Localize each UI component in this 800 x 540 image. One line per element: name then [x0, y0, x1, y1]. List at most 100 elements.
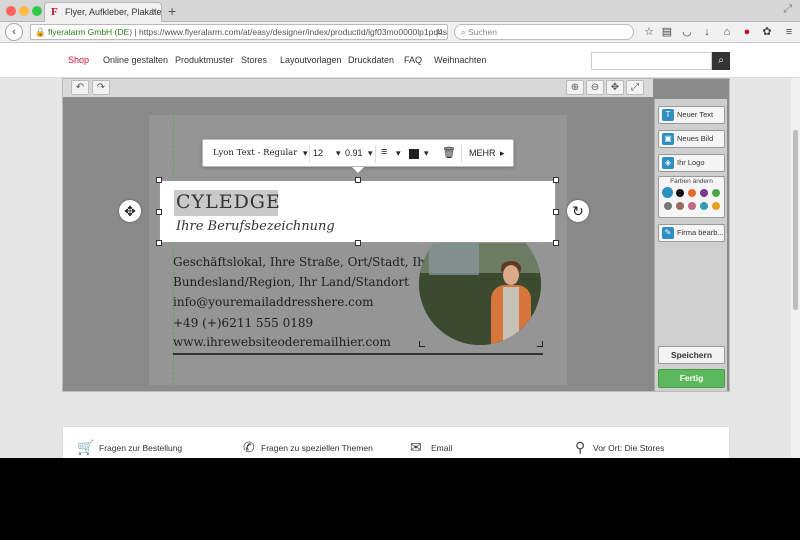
download-icon[interactable]: ↓ [700, 25, 714, 39]
editor-toolbar: ↶ ↷ ⊕ ⊖ ✥ ⤢ [63, 79, 653, 97]
minimize-window-button[interactable] [19, 6, 29, 16]
done-button[interactable]: Fertig [658, 369, 725, 388]
close-window-button[interactable] [6, 6, 16, 16]
more-options-button[interactable]: MEHR [469, 148, 496, 158]
logo-button[interactable]: ◈ Ihr Logo [658, 154, 725, 172]
color-swatch[interactable] [676, 189, 684, 197]
site-identity: flyeralarm GmbH (DE) [47, 27, 133, 37]
address-line-2[interactable]: Bundesland/Region, Ihr Land/Standort [173, 275, 409, 289]
zoom-in-icon[interactable]: ⊕ [566, 80, 584, 95]
close-tab-icon[interactable]: × [151, 3, 157, 21]
help-strip: 🛒 Fragen zur Bestellung ✆ Fragen zu spez… [62, 426, 730, 458]
color-swatch[interactable] [676, 202, 684, 210]
color-swatch[interactable] [700, 202, 708, 210]
site-header: Shop Online gestalten Produktmuster Stor… [0, 43, 800, 78]
align-text-icon[interactable]: ≡ [381, 146, 387, 158]
resize-handle[interactable] [156, 177, 162, 183]
nav-druckdaten[interactable]: Druckdaten [348, 55, 394, 65]
color-swatch[interactable] [662, 187, 673, 198]
text-icon: T [662, 109, 674, 121]
rotate-handle-icon[interactable]: ↻ [567, 200, 589, 222]
designer-editor: ↶ ↷ ⊕ ⊖ ✥ ⤢ Geschäftslokal, Ihre Straße,… [62, 78, 730, 392]
email-text[interactable]: info@youremailaddresshere.com [173, 295, 374, 309]
logo-icon: ◈ [662, 157, 674, 169]
resize-handle[interactable] [156, 209, 162, 215]
color-swatch[interactable] [688, 202, 696, 210]
help-email-link[interactable]: Email [431, 443, 452, 453]
nav-shop[interactable]: Shop [68, 55, 89, 65]
fit-to-screen-icon[interactable]: ✥ [606, 80, 624, 95]
browser-search-input[interactable]: ⌕ Suchen [454, 24, 634, 40]
edit-company-button[interactable]: ✎ Firma bearb... [658, 224, 725, 242]
font-family-select[interactable]: Lyon Text - Regular [213, 148, 297, 158]
save-button[interactable]: Speichern [658, 346, 725, 364]
home-icon[interactable]: ⌂ [720, 25, 734, 39]
search-icon: ⌕ [718, 55, 724, 66]
color-swatch[interactable] [664, 202, 672, 210]
bookmark-star-icon[interactable]: ☆ [642, 25, 656, 39]
color-swatch[interactable] [712, 189, 720, 197]
reading-list-icon[interactable]: ▤ [660, 25, 674, 39]
trash-icon[interactable]: 🗑 [442, 146, 456, 159]
nav-weihnachten[interactable]: Weihnachten [434, 55, 486, 65]
new-image-button[interactable]: ▣ Neues Bild [658, 130, 725, 148]
maximize-window-button[interactable] [32, 6, 42, 16]
chevron-down-icon: ▾ [424, 148, 429, 158]
website-text[interactable]: www.ihrewebsiteoderemailhier.com [173, 335, 391, 349]
text-color-swatch[interactable] [409, 149, 419, 159]
back-button[interactable]: ‹ [5, 23, 23, 41]
reload-icon[interactable]: ↻ [436, 25, 443, 39]
nav-produktmuster[interactable]: Produktmuster [175, 55, 234, 65]
new-text-button[interactable]: T Neuer Text [658, 106, 725, 124]
new-tab-icon[interactable]: + [168, 3, 176, 19]
resize-handle[interactable] [156, 240, 162, 246]
phone-icon: ✆ [243, 439, 255, 455]
nav-faq[interactable]: FAQ [404, 55, 422, 65]
help-stores-link[interactable]: Vor Ort: Die Stores [593, 443, 664, 453]
fullscreen-icon[interactable]: ⤢ [626, 80, 644, 95]
resize-handle[interactable] [553, 177, 559, 183]
help-order-link[interactable]: Fragen zur Bestellung [99, 443, 182, 453]
image-icon: ▣ [662, 133, 674, 145]
phone-text[interactable]: +49 (+)6211 555 0189 [173, 316, 313, 330]
zoom-out-icon[interactable]: ⊖ [586, 80, 604, 95]
menu-icon[interactable]: ≡ [782, 25, 796, 39]
address-line-1[interactable]: Geschäftslokal, Ihre Straße, Ort/Stadt, … [173, 255, 431, 269]
tool-panel: T Neuer Text ▣ Neues Bild ◈ Ihr Logo Farben… [654, 99, 727, 391]
browser-screen: F Flyer, Aufkleber, Plakate sch × + ⤢ ‹ … [0, 0, 800, 458]
nav-online-gestalten[interactable]: Online gestalten [103, 55, 168, 65]
selected-text-box[interactable]: CYLEDGE Ihre Berufsbezeichnung [156, 177, 559, 246]
font-size-select[interactable]: 12 [313, 148, 323, 158]
move-handle-icon[interactable]: ✥ [119, 200, 141, 222]
color-swatch[interactable] [712, 202, 720, 210]
page-scrollbar[interactable] [791, 78, 800, 458]
color-swatch[interactable] [700, 189, 708, 197]
site-search-button[interactable]: ⌕ [712, 52, 730, 70]
nav-layoutvorlagen[interactable]: Layoutvorlagen [280, 55, 342, 65]
site-search-input[interactable] [591, 52, 712, 70]
resize-handle[interactable] [553, 240, 559, 246]
chevron-down-icon: ▾ [336, 148, 341, 158]
adblock-icon[interactable]: ● [740, 25, 754, 39]
nav-stores[interactable]: Stores [241, 55, 267, 65]
pocket-icon[interactable]: ◡ [680, 25, 694, 39]
help-topics-link[interactable]: Fragen zu speziellen Themen [261, 443, 373, 453]
resize-handle[interactable] [553, 209, 559, 215]
line-height-select[interactable]: 0.91 [345, 148, 363, 158]
fullscreen-icon[interactable]: ⤢ [783, 3, 792, 16]
chevron-down-icon: ▾ [396, 148, 401, 158]
undo-icon[interactable]: ↶ [71, 80, 89, 95]
card-job-title-text[interactable]: Ihre Berufsbezeichnung [176, 219, 335, 234]
scrollbar-thumb[interactable] [793, 130, 798, 310]
address-bar[interactable]: 🔒 flyeralarm GmbH (DE) | https://www.fly… [30, 24, 448, 40]
color-picker: Farben ändern [658, 176, 725, 218]
photo-crop-corner [537, 341, 543, 347]
color-swatch[interactable] [688, 189, 696, 197]
resize-handle[interactable] [355, 177, 361, 183]
card-name-text[interactable]: CYLEDGE [176, 191, 281, 213]
redo-icon[interactable]: ↷ [92, 80, 110, 95]
browser-tab[interactable]: F Flyer, Aufkleber, Plakate sch × [44, 2, 162, 22]
toolbar-pointer [352, 167, 364, 173]
resize-handle[interactable] [355, 240, 361, 246]
extension-icon[interactable]: ✿ [760, 25, 774, 39]
